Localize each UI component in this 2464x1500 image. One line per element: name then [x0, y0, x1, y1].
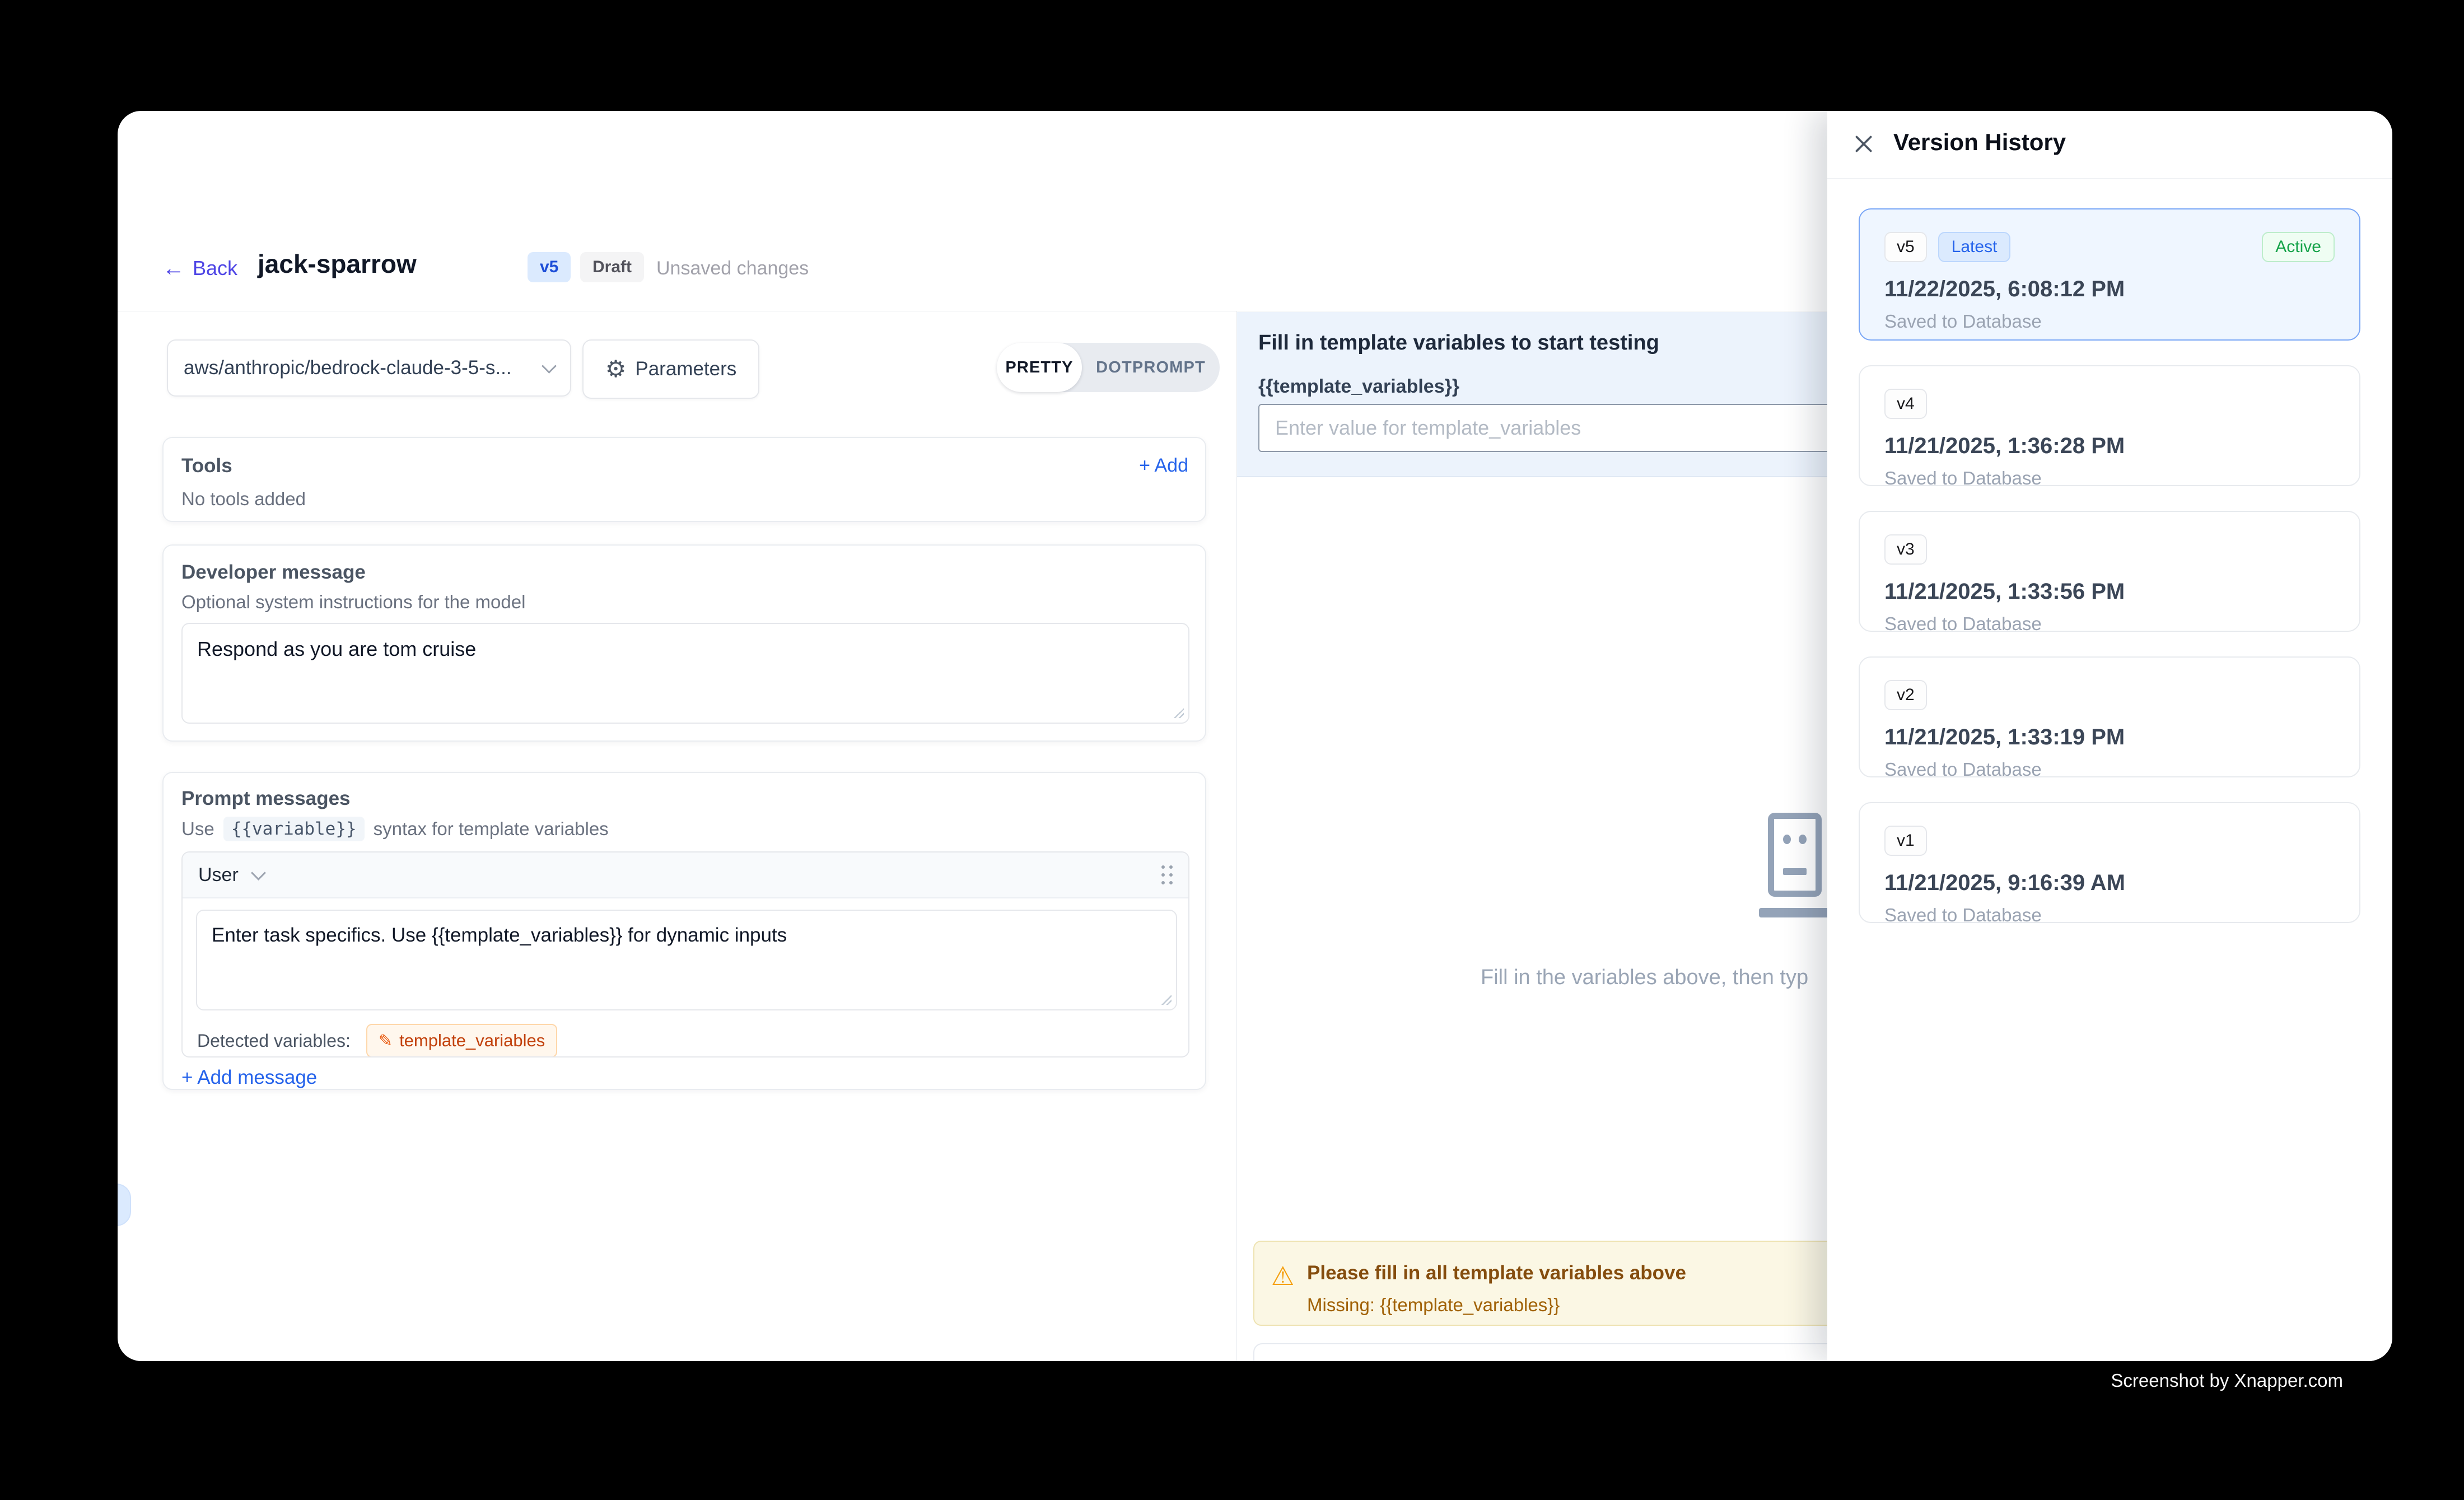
warning-title: Please fill in all template variables ab… [1307, 1262, 1686, 1284]
format-toggle: PRETTY DOTPROMPT [997, 343, 1220, 392]
version-number-badge: v2 [1884, 680, 1927, 710]
back-button[interactable]: ← Back [162, 257, 237, 280]
version-timestamp: 11/22/2025, 6:08:12 PM [1884, 277, 2335, 302]
version-history-panel: Version History v5 Latest Active 11/22/2… [1827, 111, 2392, 1361]
edge-tab[interactable] [118, 1184, 131, 1226]
message-textarea[interactable]: Enter task specifics. Use {{template_var… [196, 910, 1177, 1010]
chevron-down-icon [251, 865, 266, 881]
prompt-syntax-hint: Use {{variable}} syntax for template var… [181, 817, 609, 841]
version-status: Saved to Database [1884, 759, 2335, 780]
template-variables-title: Fill in template variables to start test… [1258, 331, 1659, 355]
prompt-messages-card: Prompt messages Use {{variable}} syntax … [162, 772, 1206, 1090]
version-timestamp: 11/21/2025, 1:33:56 PM [1884, 579, 2335, 604]
version-status: Saved to Database [1884, 468, 2335, 489]
version-number-badge: v1 [1884, 826, 1927, 856]
version-status: Saved to Database [1884, 311, 2335, 332]
developer-message-textarea[interactable]: Respond as you are tom cruise [181, 623, 1189, 724]
version-history-header: Version History [1827, 111, 2392, 178]
toggle-dotprompt[interactable]: DOTPROMPT [1082, 343, 1220, 392]
tools-card: Tools + Add No tools added [162, 437, 1206, 522]
variable-syntax-chip: {{variable}} [223, 817, 365, 841]
template-variable-chip[interactable]: ✎ template_variables [366, 1024, 557, 1058]
version-timestamp: 11/21/2025, 9:16:39 AM [1884, 870, 2335, 896]
hint-suffix: syntax for template variables [374, 818, 609, 840]
version-number-badge: v3 [1884, 534, 1927, 565]
role-value: User [198, 864, 239, 886]
version-card-v5[interactable]: v5 Latest Active 11/22/2025, 6:08:12 PM … [1859, 208, 2360, 341]
close-icon[interactable] [1852, 132, 1875, 156]
pencil-icon: ✎ [379, 1031, 393, 1051]
draft-badge: Draft [580, 252, 644, 282]
hint-prefix: Use [181, 818, 214, 840]
watermark-text: Screenshot by Xnapper.com [2111, 1370, 2343, 1391]
version-history-title: Version History [1893, 129, 2066, 156]
bot-face-icon [1768, 813, 1822, 897]
version-status: Saved to Database [1884, 613, 2335, 635]
unsaved-changes-text: Unsaved changes [656, 258, 809, 279]
version-number-badge: v4 [1884, 389, 1927, 419]
chat-input-stub[interactable] [1253, 1343, 1914, 1361]
model-select-value: aws/anthropic/bedrock-claude-3-5-s... [184, 357, 512, 379]
back-label: Back [193, 257, 237, 280]
parameters-label: Parameters [635, 358, 736, 380]
page-title: jack-sparrow [258, 249, 417, 279]
chevron-down-icon [542, 358, 557, 374]
developer-message-title: Developer message [181, 561, 366, 584]
version-number-badge: v5 [1884, 232, 1927, 262]
add-tool-button[interactable]: + Add [1139, 455, 1188, 477]
add-message-button[interactable]: + Add message [181, 1066, 317, 1089]
detected-variables-label: Detected variables: [197, 1031, 351, 1051]
toggle-pretty[interactable]: PRETTY [997, 343, 1082, 392]
prompt-messages-title: Prompt messages [181, 788, 351, 810]
detected-variables-row: Detected variables: ✎ template_variables [197, 1024, 557, 1058]
version-card-v3[interactable]: v3 11/21/2025, 1:33:56 PM Saved to Datab… [1859, 511, 2360, 632]
back-arrow-icon: ← [162, 257, 185, 279]
parameters-button[interactable]: ⚙ Parameters [582, 339, 759, 399]
version-timestamp: 11/21/2025, 1:36:28 PM [1884, 434, 2335, 459]
missing-variables-warning: ⚠ Please fill in all template variables … [1253, 1241, 1914, 1326]
warning-icon: ⚠ [1271, 1263, 1294, 1289]
message-role-header: User [183, 853, 1188, 898]
version-card-v1[interactable]: v1 11/21/2025, 9:16:39 AM Saved to Datab… [1859, 802, 2360, 923]
warning-detail: Missing: {{template_variables}} [1307, 1294, 1560, 1316]
version-card-v2[interactable]: v2 11/21/2025, 1:33:19 PM Saved to Datab… [1859, 656, 2360, 777]
version-badge: v5 [528, 252, 571, 282]
tools-empty-text: No tools added [181, 488, 306, 510]
role-select[interactable]: User [198, 864, 264, 886]
active-badge: Active [2262, 232, 2335, 262]
version-status: Saved to Database [1884, 905, 2335, 926]
tools-title: Tools [181, 455, 232, 477]
latest-badge: Latest [1938, 232, 2011, 262]
version-card-v4[interactable]: v4 11/21/2025, 1:36:28 PM Saved to Datab… [1859, 365, 2360, 486]
model-select[interactable]: aws/anthropic/bedrock-claude-3-5-s... [167, 339, 571, 397]
version-history-divider [1827, 178, 2392, 179]
template-variable-name: template_variables [399, 1031, 545, 1051]
developer-message-card: Developer message Optional system instru… [162, 544, 1206, 742]
gear-icon: ⚙ [605, 357, 627, 381]
message-block: User Enter task specifics. Use {{templat… [181, 851, 1189, 1058]
template-variable-label: {{template_variables}} [1258, 376, 1459, 398]
drag-handle-icon[interactable] [1161, 865, 1173, 884]
version-timestamp: 11/21/2025, 1:33:19 PM [1884, 725, 2335, 750]
empty-state-text: Fill in the variables above, then typ [1481, 966, 1808, 990]
developer-message-subtitle: Optional system instructions for the mod… [181, 591, 525, 613]
app-window: ← Back jack-sparrow v5 Draft Unsaved cha… [118, 111, 2392, 1361]
